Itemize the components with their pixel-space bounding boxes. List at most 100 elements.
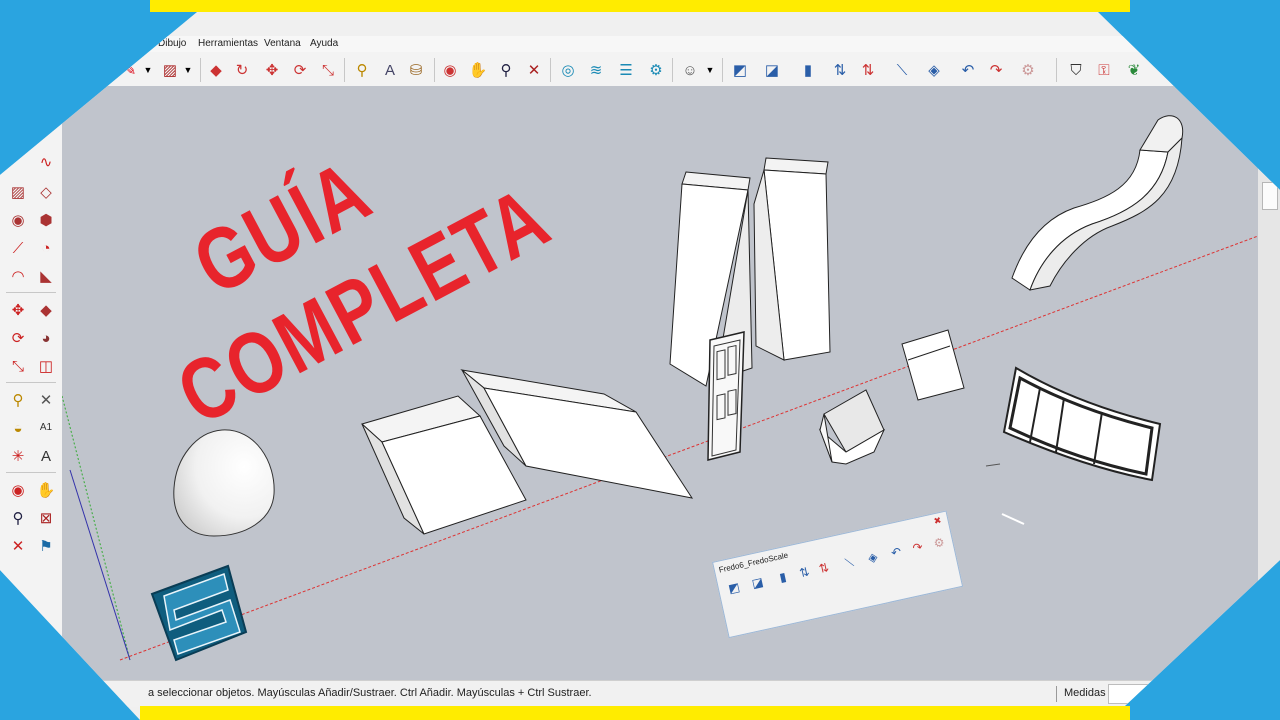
close-icon[interactable]: ✖ bbox=[933, 515, 943, 527]
menu-bar: Dibujo Herramientas Ventana Ayuda bbox=[0, 36, 1280, 52]
green-axis bbox=[62, 395, 131, 661]
fredoscale-stretch-icon[interactable]: ⇅ bbox=[794, 562, 815, 583]
measurements-input[interactable] bbox=[1108, 684, 1260, 704]
settings-icon[interactable]: ⚙ bbox=[928, 532, 949, 553]
shield-icon[interactable]: ⛉ bbox=[1066, 60, 1086, 80]
fredoscale-stretch-icon[interactable]: ⇅ bbox=[830, 60, 850, 80]
move-icon[interactable]: ✥ bbox=[8, 300, 28, 320]
rotate-icon[interactable]: ⟳ bbox=[8, 328, 28, 348]
pan-icon[interactable]: ✋ bbox=[468, 60, 488, 80]
chevron-down-icon[interactable]: ▼ bbox=[178, 60, 198, 80]
share-icon[interactable]: ☰ bbox=[616, 60, 636, 80]
fredoscale-box-icon[interactable]: ◩ bbox=[730, 60, 750, 80]
fredoscale-taper-icon[interactable]: ◪ bbox=[762, 60, 782, 80]
zoom-icon[interactable]: ⚲ bbox=[496, 60, 516, 80]
undo-icon[interactable]: ↶ bbox=[885, 541, 906, 562]
rectangle-icon[interactable]: ▨ bbox=[8, 182, 28, 202]
status-bar: a seleccionar objetos. Mayúsculas Añadir… bbox=[0, 680, 1280, 707]
two-point-arc-icon[interactable]: ◠ bbox=[8, 266, 28, 286]
rotate-icon[interactable]: ⟳ bbox=[290, 60, 310, 80]
scrollbar-thumb[interactable] bbox=[1262, 182, 1278, 210]
chevron-down-icon[interactable]: ▼ bbox=[700, 60, 720, 80]
freehand-icon[interactable]: ∿ bbox=[36, 152, 56, 172]
chevron-down-icon[interactable]: ▼ bbox=[138, 60, 158, 80]
door-model[interactable] bbox=[707, 331, 745, 461]
pan-icon[interactable]: ✋ bbox=[36, 480, 56, 500]
rectangle-icon[interactable]: ▨ bbox=[160, 60, 180, 80]
protractor-icon[interactable]: ◒ bbox=[8, 418, 28, 438]
sketchup-window: Dibujo Herramientas Ventana Ayuda ✎ ▼ ▨ … bbox=[0, 12, 1280, 720]
frame-top-bar bbox=[150, 0, 1130, 12]
fredoscale-twist-icon[interactable]: ▮ bbox=[798, 60, 818, 80]
rotated-rectangle-icon[interactable]: ◇ bbox=[36, 182, 56, 202]
zoom-window-icon[interactable]: ⊠ bbox=[36, 508, 56, 528]
cube-small[interactable] bbox=[901, 329, 965, 401]
three-point-arc-icon[interactable]: ◣ bbox=[36, 266, 56, 286]
fredoscale-tilt-icon[interactable]: ⇅ bbox=[813, 557, 834, 578]
redo-icon[interactable]: ↷ bbox=[907, 537, 928, 558]
axes-icon[interactable]: ✳ bbox=[8, 446, 28, 466]
follow-me-icon[interactable]: ◕ bbox=[36, 328, 56, 348]
scale-icon[interactable]: ⤡ bbox=[318, 60, 338, 80]
3d-text-icon[interactable]: A bbox=[36, 446, 56, 466]
egg-shape[interactable] bbox=[173, 429, 275, 537]
measurements-label: Medidas bbox=[1064, 687, 1106, 699]
circle-icon[interactable]: ◉ bbox=[8, 210, 28, 230]
settings-icon[interactable]: ⚙ bbox=[1018, 60, 1038, 80]
zoom-extents-icon[interactable]: ✕ bbox=[8, 536, 28, 556]
tall-slab-right[interactable] bbox=[753, 157, 831, 361]
fredoscale-twist-icon[interactable]: ▮ bbox=[772, 566, 793, 587]
offset-icon[interactable]: ◫ bbox=[36, 356, 56, 376]
push-pull-icon[interactable]: ◆ bbox=[206, 60, 226, 80]
vertical-scrollbar[interactable] bbox=[1258, 86, 1280, 680]
scale-icon[interactable]: ⤡ bbox=[8, 356, 28, 376]
fredoscale-taper-icon[interactable]: ◪ bbox=[747, 572, 768, 593]
curved-window[interactable] bbox=[1002, 366, 1162, 482]
tape-measure-icon[interactable]: ⚲ bbox=[352, 60, 372, 80]
lock-icon[interactable]: ⚿ bbox=[1094, 60, 1114, 80]
pie-icon[interactable]: ◔ bbox=[36, 238, 56, 258]
menu-herramientas[interactable]: Herramientas bbox=[198, 38, 258, 49]
text-icon[interactable]: A1 bbox=[36, 418, 56, 438]
menu-ventana[interactable]: Ventana bbox=[264, 38, 301, 49]
menu-dibujo[interactable]: Dibujo bbox=[158, 38, 186, 49]
zoom-icon[interactable]: ⚲ bbox=[8, 508, 28, 528]
layers-icon[interactable]: ≋ bbox=[586, 60, 606, 80]
modeling-viewport[interactable]: GUÍA COMPLETA Fredo6_FredoScale ✖ ◩ ◪ ▮ … bbox=[62, 86, 1258, 680]
pencil-icon[interactable]: ✎ bbox=[120, 60, 140, 80]
blue-axis bbox=[69, 469, 131, 661]
left-tool-palette: ∿ ▨ ◇ ◉ ⬢ ⟋ ◔ ◠ ◣ ✥ ◆ ⟳ ◕ ⤡ ◫ ⚲ ✕ ◒ A1 ✳… bbox=[0, 86, 63, 680]
fredoscale-tilt-icon[interactable]: ⇅ bbox=[858, 60, 878, 80]
fredoscale-bend-icon[interactable]: ◈ bbox=[862, 547, 883, 568]
warehouse-icon[interactable]: ◎ bbox=[558, 60, 578, 80]
text-icon[interactable]: A bbox=[380, 60, 400, 80]
main-toolbar: ✎ ▼ ▨ ▼ ◆ ↻ ✥ ⟳ ⤡ ⚲ A ⛁ ◉ ✋ ⚲ ✕ ◎ ≋ ☰ ⚙ … bbox=[0, 52, 1280, 87]
fredoscale-box-icon[interactable]: ◩ bbox=[723, 577, 744, 598]
cube-open[interactable] bbox=[818, 389, 886, 465]
redo-icon[interactable]: ↷ bbox=[986, 60, 1006, 80]
fredoscale-bend-icon[interactable]: ◈ bbox=[924, 60, 944, 80]
leaf-icon[interactable]: ❦ bbox=[1124, 60, 1144, 80]
account-icon[interactable]: ☺ bbox=[680, 60, 700, 80]
push-pull-icon[interactable]: ◆ bbox=[36, 300, 56, 320]
undo-icon[interactable]: ↶ bbox=[958, 60, 978, 80]
paint-bucket-icon[interactable]: ⛁ bbox=[406, 60, 426, 80]
walk-icon[interactable]: ⚑ bbox=[36, 536, 56, 556]
curved-sweep[interactable] bbox=[1011, 115, 1184, 291]
frame-bottom-bar bbox=[140, 706, 1130, 720]
extension-icon[interactable]: ⚙ bbox=[646, 60, 666, 80]
follow-me-icon[interactable]: ↻ bbox=[232, 60, 252, 80]
move-icon[interactable]: ✥ bbox=[262, 60, 282, 80]
orbit-icon[interactable]: ◉ bbox=[8, 480, 28, 500]
polygon-icon[interactable]: ⬢ bbox=[36, 210, 56, 230]
fredoscale-plane-icon[interactable]: ⟍ bbox=[839, 552, 860, 573]
status-hint: a seleccionar objetos. Mayúsculas Añadir… bbox=[148, 687, 592, 699]
dimension-icon[interactable]: ✕ bbox=[36, 390, 56, 410]
arc-icon[interactable]: ⟋ bbox=[8, 238, 28, 258]
tape-measure-icon[interactable]: ⚲ bbox=[8, 390, 28, 410]
fredoscale-plane-icon[interactable]: ⟍ bbox=[892, 60, 912, 80]
zoom-extents-icon[interactable]: ✕ bbox=[524, 60, 544, 80]
menu-ayuda[interactable]: Ayuda bbox=[310, 38, 338, 49]
orbit-icon[interactable]: ◉ bbox=[440, 60, 460, 80]
s-logo-shape[interactable] bbox=[150, 564, 248, 662]
